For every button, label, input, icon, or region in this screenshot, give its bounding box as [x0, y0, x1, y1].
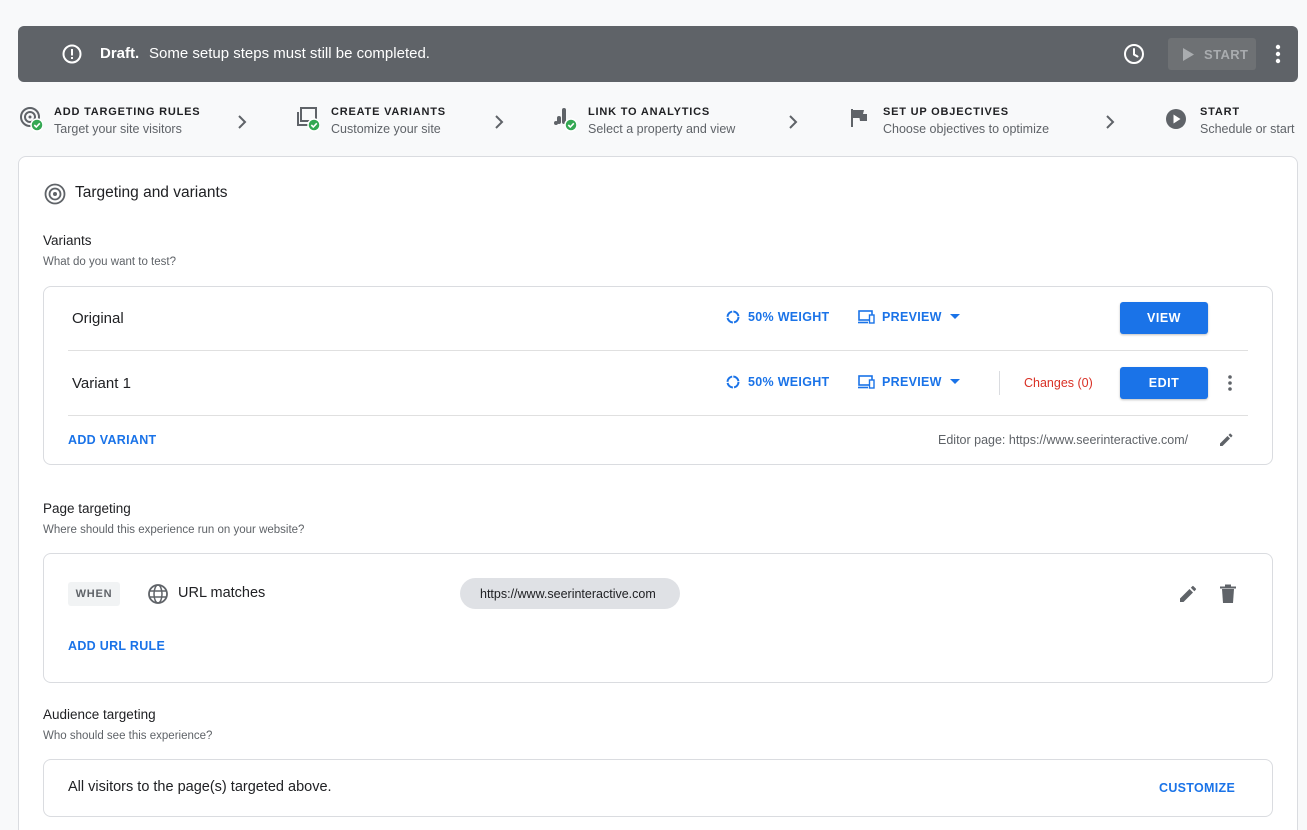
add-variant-button[interactable]: ADD VARIANT [68, 433, 156, 447]
weight-label: 50% WEIGHT [748, 375, 830, 389]
url-value-chip: https://www.seerinteractive.com [460, 578, 680, 609]
variants-subtitle: What do you want to test? [43, 256, 176, 268]
weight-icon [726, 310, 740, 324]
weight-button-variant-1[interactable]: 50% WEIGHT [726, 375, 830, 389]
chevron-right-icon [1106, 115, 1115, 129]
step-subtitle: Target your site visitors [54, 122, 182, 136]
edit-button[interactable]: EDIT [1120, 367, 1208, 399]
step-subtitle: Select a property and view [588, 122, 736, 136]
start-button-label: START [1204, 46, 1249, 62]
page-targeting-title: Page targeting [43, 501, 131, 516]
page-targeting-box [43, 553, 1273, 683]
audience-targeting-title: Audience targeting [43, 707, 156, 722]
flag-icon [851, 109, 867, 127]
row-divider [68, 415, 1248, 416]
devices-icon [858, 310, 875, 324]
when-chip: WHEN [68, 582, 120, 606]
more-vert-icon[interactable] [1222, 373, 1238, 393]
step-subtitle: Schedule or start [1200, 122, 1295, 136]
info-icon [62, 44, 82, 64]
status-banner: Draft. Some setup steps must still be co… [18, 26, 1298, 82]
url-match-condition: URL matches [178, 585, 266, 601]
dropdown-caret-icon [949, 314, 960, 319]
preview-button-original[interactable]: PREVIEW [858, 310, 960, 324]
variants-check-icon [297, 107, 320, 132]
step-title: START [1200, 106, 1240, 118]
preview-label: PREVIEW [882, 310, 942, 324]
banner-message: Some setup steps must still be completed… [149, 45, 430, 62]
devices-icon [858, 375, 875, 389]
dropdown-caret-icon [949, 379, 960, 384]
pencil-icon[interactable] [1178, 584, 1198, 604]
customize-button[interactable]: CUSTOMIZE [1159, 781, 1235, 795]
vertical-divider [999, 371, 1000, 395]
targeting-variants-card [18, 156, 1298, 830]
step-title: LINK TO ANALYTICS [588, 106, 710, 118]
play-circle-icon [1166, 109, 1186, 129]
target-icon [44, 183, 66, 205]
variant-name-original: Original [72, 310, 124, 327]
page-targeting-subtitle: Where should this experience run on your… [43, 524, 305, 536]
analytics-check-icon [554, 108, 577, 132]
globe-icon [148, 584, 168, 604]
preview-label: PREVIEW [882, 375, 942, 389]
more-vert-icon[interactable] [1268, 42, 1288, 66]
play-icon [1183, 47, 1194, 61]
pencil-icon[interactable] [1218, 432, 1234, 448]
weight-icon [726, 375, 740, 389]
weight-button-original[interactable]: 50% WEIGHT [726, 310, 830, 324]
chevron-right-icon [789, 115, 798, 129]
preview-button-variant-1[interactable]: PREVIEW [858, 375, 960, 389]
draft-status: Draft. [100, 45, 140, 62]
chevron-right-icon [238, 115, 247, 129]
variant-name-variant-1: Variant 1 [72, 375, 131, 392]
row-divider [68, 350, 1248, 351]
card-title: Targeting and variants [75, 184, 228, 201]
trash-icon[interactable] [1219, 584, 1237, 604]
chevron-right-icon [495, 115, 504, 129]
step-subtitle: Choose objectives to optimize [883, 122, 1050, 136]
changes-count[interactable]: Changes (0) [1024, 376, 1093, 390]
audience-targeting-subtitle: Who should see this experience? [43, 730, 213, 742]
step-subtitle: Customize your site [331, 122, 441, 136]
weight-label: 50% WEIGHT [748, 310, 830, 324]
step-title: SET UP OBJECTIVES [883, 106, 1009, 118]
step-title: ADD TARGETING RULES [54, 106, 201, 118]
start-button[interactable]: START [1168, 38, 1256, 70]
target-check-icon [20, 107, 43, 132]
view-button[interactable]: VIEW [1120, 302, 1208, 334]
schedule-clock-icon[interactable] [1123, 43, 1145, 65]
editor-page-url: Editor page: https://www.seerinteractive… [938, 433, 1189, 447]
audience-description: All visitors to the page(s) targeted abo… [68, 779, 332, 795]
step-title: CREATE VARIANTS [331, 106, 446, 118]
add-url-rule-button[interactable]: ADD URL RULE [68, 639, 165, 653]
variants-title: Variants [43, 233, 92, 248]
